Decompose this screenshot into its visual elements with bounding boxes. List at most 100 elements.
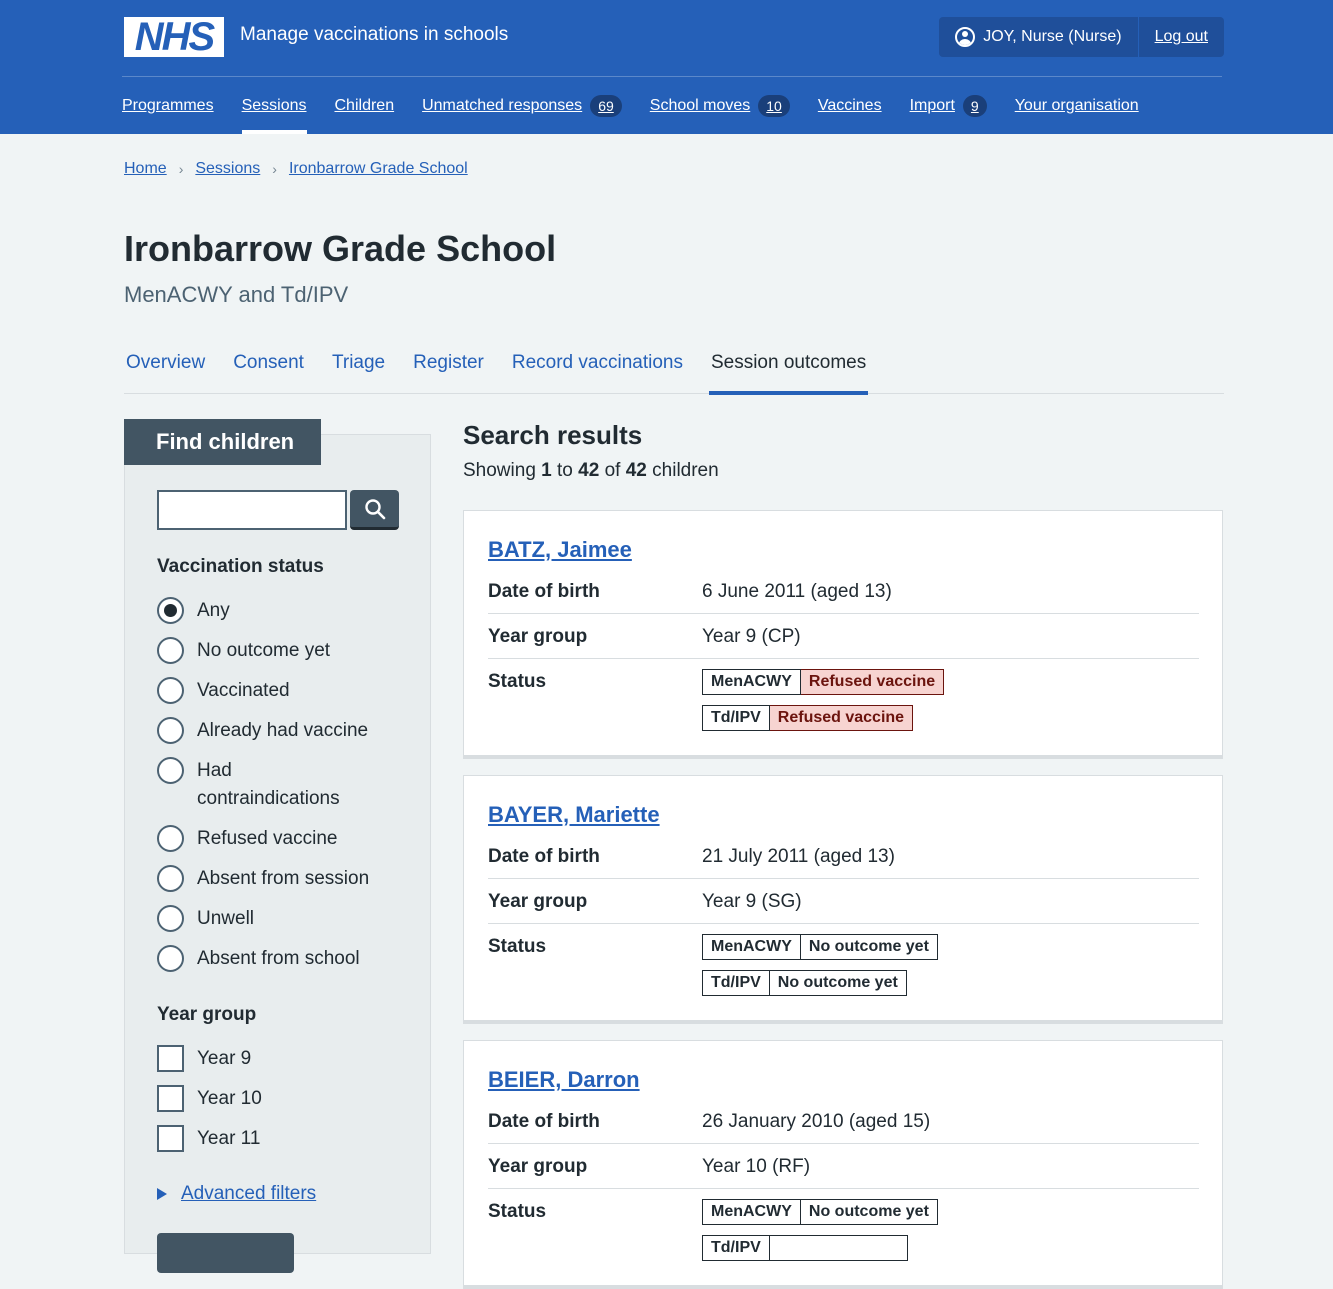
radio-absent-from-school[interactable]: Absent from school	[157, 945, 397, 973]
showing-text: to	[557, 460, 573, 481]
outcome-tag: No outcome yet	[769, 970, 907, 996]
tab-record-vaccinations[interactable]: Record vaccinations	[510, 340, 685, 394]
filter-heading: Find children	[124, 419, 321, 465]
row-key: Year group	[488, 626, 588, 647]
checkbox-year-9[interactable]: Year 9	[157, 1045, 397, 1073]
breadcrumb: Home › Sessions › Ironbarrow Grade Schoo…	[124, 160, 468, 178]
row-value: Year 9 (SG)	[702, 891, 802, 912]
nav-your-organisation[interactable]: Your organisation	[1015, 77, 1139, 134]
child-name-link[interactable]: BEIER, Darron	[488, 1067, 640, 1093]
row-key: Date of birth	[488, 846, 600, 867]
nav-label: Import	[909, 96, 955, 114]
nav-unmatched-responses[interactable]: Unmatched responses 69	[422, 77, 622, 134]
programme-tag: MenACWY	[702, 1199, 801, 1225]
radio-button[interactable]	[157, 757, 184, 784]
tab-consent[interactable]: Consent	[231, 340, 306, 394]
dob-row: Date of birth 21 July 2011 (aged 13)	[488, 834, 1199, 879]
advanced-filters-label: Advanced filters	[181, 1183, 317, 1204]
checkbox-year-11[interactable]: Year 11	[157, 1125, 397, 1153]
nav-label: School moves	[649, 96, 751, 114]
radio-button[interactable]	[157, 717, 184, 744]
tab-register[interactable]: Register	[411, 340, 486, 394]
radio-absent-from-session[interactable]: Absent from session	[157, 865, 397, 893]
logout-link[interactable]: Log out	[1139, 17, 1224, 57]
advanced-filters-toggle[interactable]: Advanced filters	[157, 1183, 316, 1205]
service-name[interactable]: Manage vaccinations in schools	[240, 24, 508, 46]
checkbox[interactable]	[157, 1085, 184, 1112]
radio-button[interactable]	[157, 597, 184, 624]
status-tag: MenACWY No outcome yet	[702, 934, 938, 960]
breadcrumb-school[interactable]: Ironbarrow Grade School	[289, 160, 468, 178]
radio-button[interactable]	[157, 945, 184, 972]
row-value: Year 9 (CP)	[702, 626, 801, 647]
radio-unwell[interactable]: Unwell	[157, 905, 397, 933]
search-button[interactable]	[350, 490, 399, 530]
status-tag: Td/IPV Refused vaccine	[702, 705, 914, 731]
row-value: 6 June 2011 (aged 13)	[702, 581, 892, 602]
outcome-tag: Refused vaccine	[769, 705, 914, 731]
update-results-button[interactable]	[157, 1233, 294, 1273]
tab-triage[interactable]: Triage	[330, 340, 387, 394]
account-menu: JOY, Nurse (Nurse) Log out	[939, 17, 1224, 57]
radio-button[interactable]	[157, 905, 184, 932]
nhs-logo[interactable]: NHS	[124, 17, 224, 57]
count-badge: 9	[962, 94, 987, 117]
results-title: Search results	[463, 420, 643, 450]
radio-already-had-vaccine[interactable]: Already had vaccine	[157, 717, 397, 745]
nav-label: Vaccines	[817, 96, 882, 114]
vaccination-status-label: Vaccination status	[157, 556, 324, 577]
page-title: Ironbarrow Grade School	[124, 228, 557, 269]
user-name: JOY, Nurse (Nurse)	[983, 28, 1122, 45]
nav-import[interactable]: Import 9	[910, 77, 987, 134]
showing-total: 42	[625, 460, 647, 481]
showing-text: Showing	[463, 460, 536, 481]
radio-label: Vaccinated	[197, 680, 290, 701]
row-key: Year group	[488, 1156, 588, 1177]
page-subtitle: MenACWY and Td/IPV	[124, 282, 349, 307]
radio-any[interactable]: Any	[157, 597, 397, 625]
status-row: Status MenACWY No outcome yet Td/IPV No …	[488, 924, 1199, 1014]
radio-refused-vaccine[interactable]: Refused vaccine	[157, 825, 397, 853]
radio-no-outcome-yet[interactable]: No outcome yet	[157, 637, 397, 665]
tab-session-outcomes[interactable]: Session outcomes	[708, 340, 869, 395]
count-badge: 10	[758, 94, 790, 117]
outcome-tag: No outcome yet	[800, 1199, 938, 1225]
row-value: 21 July 2011 (aged 13)	[702, 846, 895, 867]
checkbox[interactable]	[157, 1125, 184, 1152]
child-name-link[interactable]: BAYER, Mariette	[488, 802, 660, 828]
chevron-right-icon: ›	[272, 161, 277, 177]
child-card: BAYER, Mariette Date of birth 21 July 20…	[463, 775, 1223, 1024]
radio-vaccinated[interactable]: Vaccinated	[157, 677, 397, 705]
radio-had-contraindications[interactable]: Had contraindications	[157, 757, 357, 813]
row-key: Date of birth	[488, 581, 600, 602]
breadcrumb-home[interactable]: Home	[124, 160, 167, 178]
nav-programmes[interactable]: Programmes	[122, 77, 214, 134]
dob-row: Date of birth 26 January 2010 (aged 15)	[488, 1099, 1199, 1144]
main-nav: Programmes Sessions Children Unmatched r…	[122, 77, 1167, 134]
row-key: Status	[488, 1201, 547, 1222]
checkbox-label: Year 10	[197, 1088, 262, 1109]
radio-label: No outcome yet	[197, 640, 331, 661]
breadcrumb-sessions[interactable]: Sessions	[195, 160, 260, 178]
search-input[interactable]	[157, 490, 347, 530]
radio-button[interactable]	[157, 865, 184, 892]
status-row: Status MenACWY Refused vaccine Td/IPV Re…	[488, 659, 1199, 749]
programme-tag: Td/IPV	[702, 1235, 770, 1261]
nav-label: Children	[334, 96, 395, 114]
chevron-right-icon: ›	[178, 161, 184, 177]
nav-children[interactable]: Children	[335, 77, 395, 134]
radio-button[interactable]	[157, 677, 184, 704]
child-name-link[interactable]: BATZ, Jaimee	[488, 537, 632, 563]
nav-sessions[interactable]: Sessions	[241, 77, 307, 134]
status-row: Status MenACWY No outcome yet Td/IPV	[488, 1189, 1199, 1279]
checkbox-year-10[interactable]: Year 10	[157, 1085, 397, 1113]
account-user: JOY, Nurse (Nurse)	[939, 17, 1139, 57]
radio-button[interactable]	[157, 825, 184, 852]
nav-vaccines[interactable]: Vaccines	[818, 77, 882, 134]
checkbox[interactable]	[157, 1045, 184, 1072]
radio-button[interactable]	[157, 637, 184, 664]
nav-school-moves[interactable]: School moves 10	[650, 77, 790, 134]
showing-text: children	[652, 460, 719, 481]
row-key: Status	[488, 936, 547, 957]
tab-overview[interactable]: Overview	[124, 340, 207, 394]
